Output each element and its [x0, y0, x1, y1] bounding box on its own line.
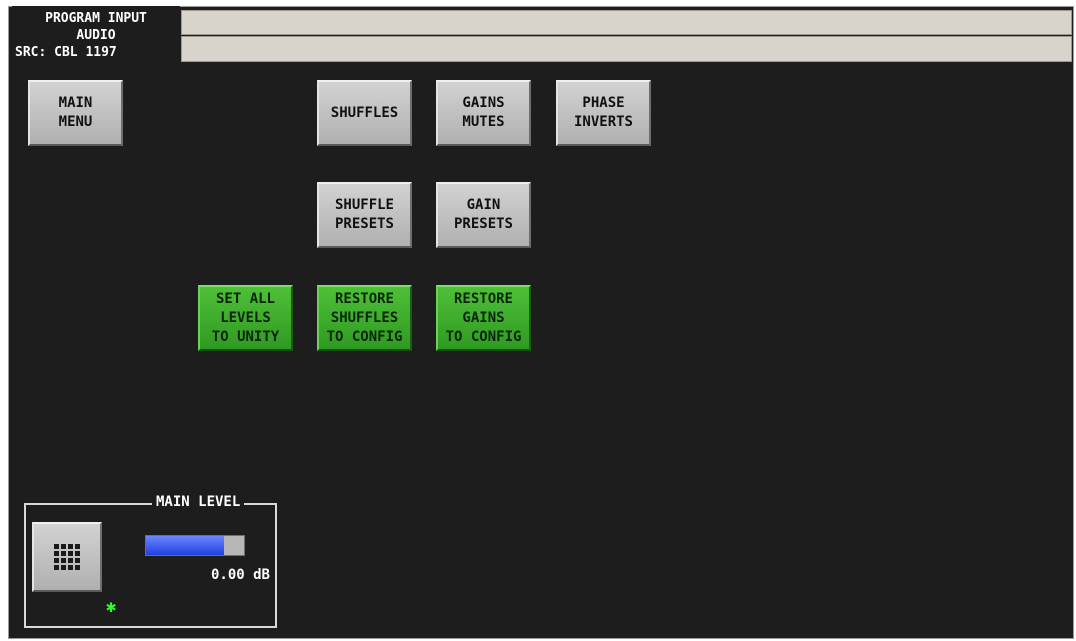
keypad-grid-icon: [54, 544, 80, 570]
page-subtitle: AUDIO: [76, 28, 116, 43]
gains-mutes-button[interactable]: GAINS MUTES: [436, 80, 531, 146]
main-level-label: MAIN LEVEL: [152, 494, 245, 510]
main-level-slider-fill: [146, 536, 225, 555]
restore-gains-button[interactable]: RESTORE GAINS TO CONFIG: [436, 285, 531, 351]
source-label: SRC: CBL 1197: [15, 45, 117, 60]
page-title: PROGRAM INPUT: [45, 11, 147, 26]
page-title-tab: PROGRAM INPUT AUDIO SRC: CBL 1197: [12, 6, 180, 66]
green-asterisk-icon: ✱: [106, 597, 117, 617]
top-info-bar-2: [181, 36, 1072, 62]
keypad-button[interactable]: [32, 522, 102, 592]
shuffle-presets-button[interactable]: SHUFFLE PRESETS: [317, 182, 412, 248]
restore-shuffles-button[interactable]: RESTORE SHUFFLES TO CONFIG: [317, 285, 412, 351]
main-level-slider[interactable]: [145, 535, 245, 556]
set-all-levels-unity-button[interactable]: SET ALL LEVELS TO UNITY: [198, 285, 293, 351]
shuffles-button[interactable]: SHUFFLES: [317, 80, 412, 146]
main-level-value: 0.00 dB: [210, 567, 270, 583]
top-info-bar-1: [181, 10, 1072, 35]
gain-presets-button[interactable]: GAIN PRESETS: [436, 182, 531, 248]
phase-inverts-button[interactable]: PHASE INVERTS: [556, 80, 651, 146]
main-menu-button[interactable]: MAIN MENU: [28, 80, 123, 146]
